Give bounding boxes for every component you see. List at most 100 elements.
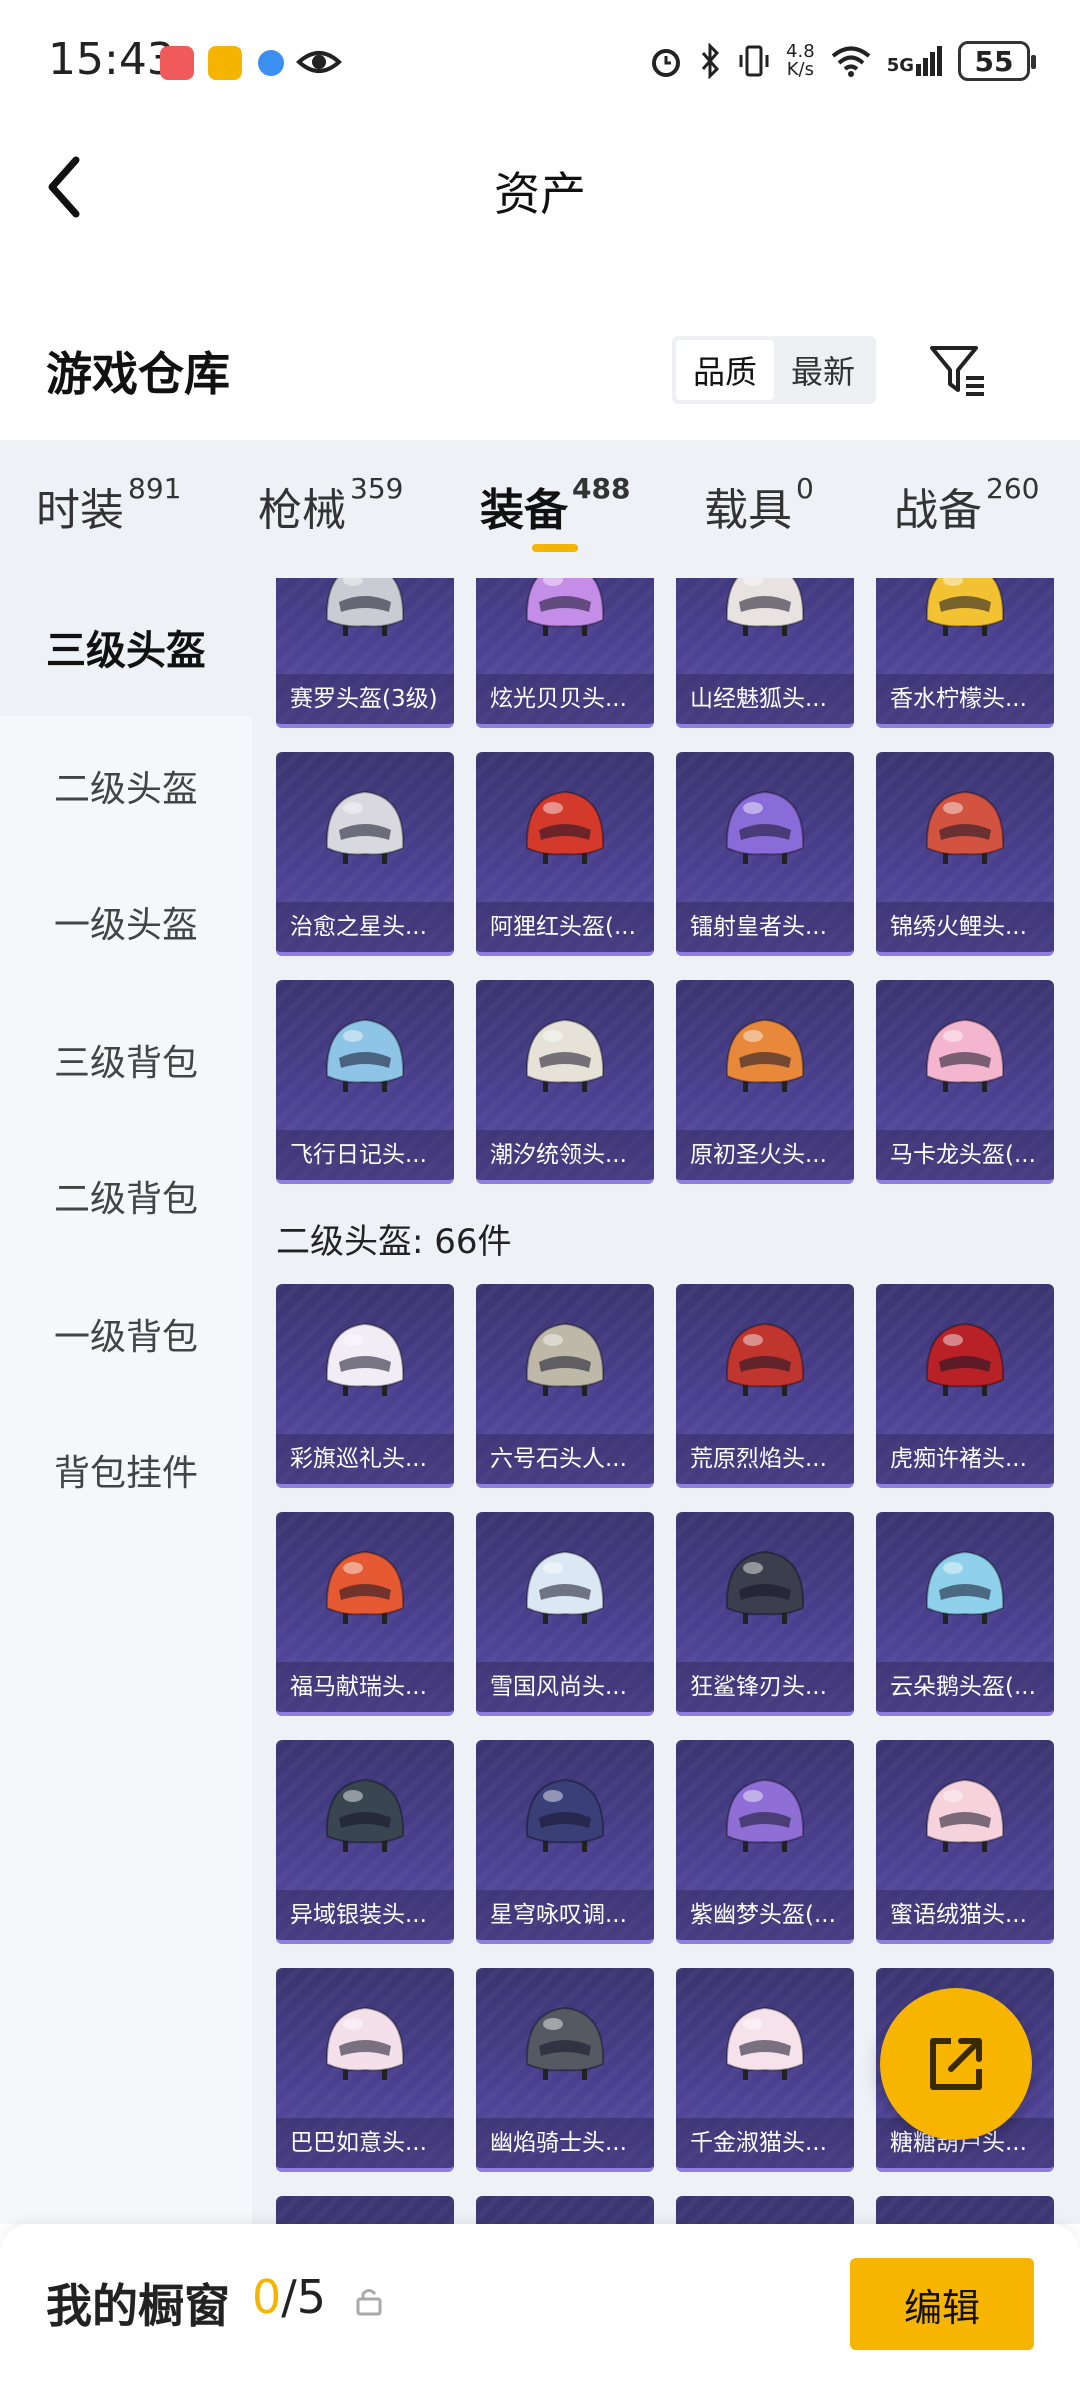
item-card[interactable]: 阿狸红头盔(... <box>476 752 654 956</box>
item-card[interactable]: 星穹咏叹调... <box>476 1740 654 1944</box>
helmet-icon <box>925 578 1005 636</box>
active-tab-indicator <box>532 544 578 552</box>
app-notification-icon <box>208 46 242 80</box>
bottom-bar: 我的橱窗 0/5 编辑 <box>0 2224 1080 2382</box>
item-name: 潮汐统领头... <box>476 1130 654 1180</box>
lock-icon <box>356 2289 382 2316</box>
item-card[interactable]: 香水柠檬头... <box>876 578 1054 728</box>
section-title-level2: 二级头盔: 66件 <box>276 1222 512 1262</box>
item-card[interactable]: 千金淑猫头... <box>676 1968 854 2172</box>
item-card[interactable]: 云朵鹅头盔(... <box>876 1512 1054 1716</box>
item-card[interactable]: 山经魅狐头... <box>676 578 854 728</box>
helmet-icon <box>525 1778 605 1852</box>
warehouse-title: 游戏仓库 <box>46 347 230 401</box>
item-card[interactable]: 虎痴许褚头... <box>876 1284 1054 1488</box>
item-card[interactable]: 马卡龙头盔(... <box>876 980 1054 1184</box>
helmet-icon <box>325 1550 405 1624</box>
sidebar-item-level3-backpack[interactable]: 三级背包 <box>0 992 252 1128</box>
item-card[interactable]: 异域银装头... <box>276 1740 454 1944</box>
item-name: 狂鲨锋刃头... <box>676 1662 854 1712</box>
helmet-icon <box>525 2006 605 2080</box>
item-name: 阿狸红头盔(... <box>476 902 654 952</box>
helmet-icon <box>325 790 405 864</box>
helmet-icon <box>525 790 605 864</box>
item-card[interactable]: 蜜语绒猫头... <box>876 1740 1054 1944</box>
share-fab[interactable] <box>880 1988 1032 2140</box>
item-name: 六号石头人... <box>476 1434 654 1484</box>
wifi-icon <box>831 46 870 77</box>
app-notification-icon <box>160 46 194 80</box>
item-name: 赛罗头盔(3级) <box>276 674 454 724</box>
helmet-icon <box>525 578 605 636</box>
helmet-icon <box>325 1322 405 1396</box>
network-speed: 4.8 K/s <box>786 41 815 80</box>
item-name: 紫幽梦头盔(... <box>676 1890 854 1940</box>
item-card[interactable]: 紫幽梦头盔(... <box>676 1740 854 1944</box>
item-name: 异域银装头... <box>276 1890 454 1940</box>
helmet-icon <box>925 1322 1005 1396</box>
tab-weapons[interactable]: 枪械 359 <box>258 472 403 538</box>
item-card[interactable]: 赛罗头盔(3级) <box>276 578 454 728</box>
item-name: 蜜语绒猫头... <box>876 1890 1054 1940</box>
sidebar-item-backpack-charm[interactable]: 背包挂件 <box>0 1402 252 1538</box>
edit-button[interactable]: 编辑 <box>850 2258 1034 2350</box>
item-name: 飞行日记头... <box>276 1130 454 1180</box>
item-card[interactable]: 镭射皇者头... <box>676 752 854 956</box>
showcase-count: 0/5 <box>252 2270 327 2324</box>
helmet-icon <box>925 1550 1005 1624</box>
item-card[interactable]: 彩旗巡礼头... <box>276 1284 454 1488</box>
item-card[interactable]: 巴巴如意头... <box>276 1968 454 2172</box>
helmet-icon <box>725 790 805 864</box>
showcase-label: 我的橱窗 <box>46 2279 230 2333</box>
sidebar-item-level3-helmet[interactable]: 三级头盔 <box>0 578 252 716</box>
item-name: 炫光贝贝头... <box>476 674 654 724</box>
item-card[interactable]: 潮汐统领头... <box>476 980 654 1184</box>
filter-icon[interactable] <box>926 338 990 402</box>
item-name: 原初圣火头... <box>676 1130 854 1180</box>
helmet-icon <box>525 1018 605 1092</box>
item-name: 镭射皇者头... <box>676 902 854 952</box>
item-card[interactable] <box>676 2196 854 2224</box>
item-name: 雪国风尚头... <box>476 1662 654 1712</box>
sidebar-item-level1-backpack[interactable]: 一级背包 <box>0 1266 252 1402</box>
item-card[interactable]: 锦绣火鲤头... <box>876 752 1054 956</box>
item-name: 锦绣火鲤头... <box>876 902 1054 952</box>
sidebar-item-level2-helmet[interactable]: 二级头盔 <box>0 718 252 854</box>
tab-vehicles[interactable]: 载具 0 <box>704 472 814 538</box>
tab-supplies[interactable]: 战备 260 <box>894 472 1039 538</box>
item-card[interactable]: 狂鲨锋刃头... <box>676 1512 854 1716</box>
item-card[interactable]: 炫光贝贝头... <box>476 578 654 728</box>
item-name: 荒原烈焰头... <box>676 1434 854 1484</box>
item-card[interactable]: 六号石头人... <box>476 1284 654 1488</box>
item-card[interactable]: 幽焰骑士头... <box>476 1968 654 2172</box>
sidebar-item-level1-helmet[interactable]: 一级头盔 <box>0 854 252 990</box>
sort-quality-button[interactable]: 品质 <box>676 340 774 400</box>
eye-icon <box>296 51 342 73</box>
item-name: 福马献瑞头... <box>276 1662 454 1712</box>
tab-fashion[interactable]: 时装 891 <box>36 472 181 538</box>
battery-indicator: 55 <box>958 41 1036 81</box>
item-card[interactable]: 福马献瑞头... <box>276 1512 454 1716</box>
item-name: 星穹咏叹调... <box>476 1890 654 1940</box>
sidebar-item-level2-backpack[interactable]: 二级背包 <box>0 1128 252 1264</box>
item-card[interactable] <box>276 2196 454 2224</box>
helmet-icon <box>725 1550 805 1624</box>
item-card[interactable]: 飞行日记头... <box>276 980 454 1184</box>
sort-newest-button[interactable]: 最新 <box>774 340 872 400</box>
item-name: 虎痴许褚头... <box>876 1434 1054 1484</box>
app-notification-icon <box>258 50 284 76</box>
helmet-icon <box>725 1018 805 1092</box>
item-name: 治愈之星头... <box>276 902 454 952</box>
vibrate-icon <box>739 45 769 77</box>
item-card[interactable] <box>876 2196 1054 2224</box>
tab-equipment[interactable]: 装备 488 <box>480 472 630 538</box>
helmet-icon <box>925 1778 1005 1852</box>
item-name: 彩旗巡礼头... <box>276 1434 454 1484</box>
item-card[interactable]: 荒原烈焰头... <box>676 1284 854 1488</box>
item-card[interactable]: 雪国风尚头... <box>476 1512 654 1716</box>
helmet-icon <box>725 1322 805 1396</box>
item-card[interactable] <box>476 2196 654 2224</box>
helmet-icon <box>725 578 805 636</box>
item-card[interactable]: 原初圣火头... <box>676 980 854 1184</box>
item-card[interactable]: 治愈之星头... <box>276 752 454 956</box>
